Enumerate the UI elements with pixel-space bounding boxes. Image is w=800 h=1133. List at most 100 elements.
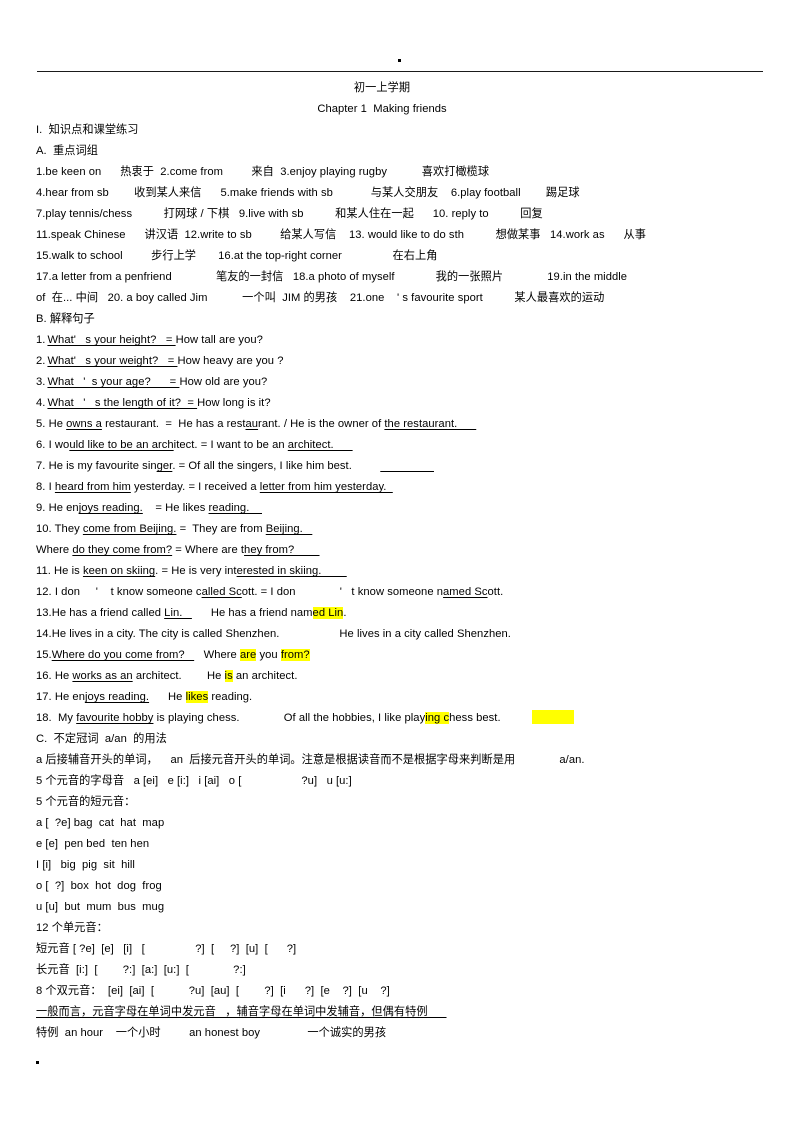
sentence-item-13: 13.He has a friend called Lin. He has a … (36, 603, 776, 624)
chapter-heading: Chapter 1 Making friends (317, 103, 447, 115)
sentence-plain-part: reading. (208, 691, 253, 703)
sentence-plain-part: . = He is very int (155, 565, 237, 577)
sentence-item-18: 18. My favourite hobby is playing chess.… (36, 708, 776, 729)
sentence-plain-part: is playing chess. Of all the hobbies, I … (153, 712, 426, 724)
sentence-item-14: 14.He lives in a city. The city is calle… (36, 628, 511, 640)
sentence-item-2: 2. What' s your weight? = How heavy are y… (36, 351, 776, 372)
sentence-number: 2. (36, 355, 46, 367)
sentence-underlined-part: the restaurant. (384, 418, 477, 430)
document-content: 初一上学期 Chapter 1 Making friends I. 知识点和课堂… (36, 78, 776, 1044)
sentence-item-12: 12. I don ' t know someone called Scott.… (36, 582, 776, 603)
sentence-underlined-part: alled Sc (201, 586, 242, 598)
exception-text: 特例 an hour 一个小时 an honest boy 一个诚实的男孩 (36, 1027, 387, 1039)
header-horizontal-rule (37, 71, 763, 72)
sentence-plain-part: ott. (487, 586, 504, 598)
sentence-highlighted-part: are (240, 649, 257, 661)
sentence-plain-part: architect. He (132, 670, 225, 682)
sentence-plain-part: = Where are t (172, 544, 245, 556)
sentence-plain-part: Where (194, 649, 240, 661)
sentence-plain-part: He has a friend nam (191, 607, 313, 619)
sentence-plain-part: 17. He en (36, 691, 85, 703)
sentence-plain-part: . = Of all the singers, I like him best. (172, 460, 381, 472)
vowel-example-u: u [u] but mum bus mug (36, 901, 165, 913)
header-decorative-dot (398, 59, 401, 62)
short-vowels-row: 短元音 [ ?e] [e] [i] [ ?] [ ?] [u] [ ?] (36, 943, 297, 955)
sentence-underlined-part: hey from? (244, 544, 320, 556)
general-rule-text: 一般而言，元音字母在单词中发元音 ，辅音字母在单词中发辅音，但偶有特例 (36, 1006, 447, 1018)
sentence-underlined-part: joys reading. (78, 502, 143, 514)
sentence-plain-part: Where (36, 544, 73, 556)
sentence-plain-part: 11. He is (36, 565, 83, 577)
sentence-underlined-part: Lin. (164, 607, 192, 619)
sentence-underlined-part: architect. (287, 439, 353, 451)
sentence-highlighted-part: likes (185, 691, 209, 703)
document-page: 初一上学期 Chapter 1 Making friends I. 知识点和课堂… (0, 0, 800, 1133)
sentence-item-8: 8. I heard from him yesterday. = I recei… (36, 477, 776, 498)
sentence-item-6: 6. I would like to be an architect. = I … (36, 435, 776, 456)
section-heading-1: I. 知识点和课堂练习 (36, 124, 139, 136)
article-rule-text: a 后接辅音开头的单词， an 后接元音开头的单词。注意是根据读音而不是根据字母… (36, 754, 585, 766)
sentence-plain-part: hess best. (449, 712, 501, 724)
sentence-underlined-part: What' s your weight? = (47, 355, 178, 367)
sentence-item-1: 1. What' s your height? = How tall are yo… (36, 330, 776, 351)
sentence-underlined-part: keen on skiing (82, 565, 156, 577)
sentence-plain-part: you (256, 649, 281, 661)
vocabulary-line: 7.play tennis/chess 打网球 / 下棋 9.live with… (36, 208, 543, 220)
vowel-example-i: I [i] big pig sit hill (36, 859, 135, 871)
vocabulary-line: 11.speak Chinese 讲汉语 12.write to sb 给某人写… (36, 229, 647, 241)
sentence-underlined-part: What ' s the length of it? = (47, 397, 198, 409)
section-heading-a: A. 重点词组 (36, 145, 98, 157)
vocabulary-line: 4.hear from sb 收到某人来信 5.make friends wit… (36, 187, 580, 199)
sentence-plain-part: How long is it? (197, 397, 271, 409)
vowel-example-a: a [ ?e] bag cat hat map (36, 817, 165, 829)
section-heading-b: B. 解释句子 (36, 313, 95, 325)
sentence-plain-part: How old are you? (179, 376, 268, 388)
sentence-underlined-part: works as an (72, 670, 133, 682)
sentence-item-3: 3. What ' s your age? = How old are you? (36, 372, 776, 393)
sentence-plain-part: restaurant. = He has a rest (101, 418, 246, 430)
sentence-item-15: 15.Where do you come from? Where are you… (36, 645, 776, 666)
sentence-plain-part: 13.He has a friend called (36, 607, 165, 619)
document-title: 初一上学期 (353, 82, 411, 94)
sentence-underlined-part: What ' s your age? = (47, 376, 180, 388)
sentence-underlined-part: letter from him yesterday. (259, 481, 393, 493)
sentence-plain-part: 9. He en (36, 502, 79, 514)
sentence-underlined-part: joys reading. (84, 691, 150, 703)
sentence-underlined-part: reading. (208, 502, 262, 514)
vocabulary-line: of 在... 中间 20. a boy called Jim 一个叫 JIM … (36, 292, 605, 304)
sentence-plain-part: 18. My (36, 712, 77, 724)
sentence-plain-part: an architect. (232, 670, 298, 682)
sentence-plain-part: itect. = I want to be an (173, 439, 288, 451)
sentence-plain-part: How tall are you? (175, 334, 263, 346)
sentence-item-5: 5. He owns a restaurant. = He has a rest… (36, 414, 776, 435)
sentence-plain-part: 6. I wo (36, 439, 70, 451)
sentence-underlined-part: amed Sc (443, 586, 488, 598)
sentence-highlighted-part: from? (280, 649, 310, 661)
monophthongs-title: 12 个单元音： (36, 922, 108, 934)
sentence-underlined-part: Beijing. (265, 523, 313, 535)
sentence-plain-part: 5. He (36, 418, 67, 430)
sentence-item-11: 11. He is keen on skiing. = He is very i… (36, 561, 776, 582)
sentence-plain-part: 7. He is my favourite sin (36, 460, 157, 472)
sentence-highlighted-part: is (224, 670, 233, 682)
sentence-plain-part: rant. / He is the owner of (258, 418, 385, 430)
sentence-plain-part: = He likes (142, 502, 209, 514)
sentence-item-16: 16. He works as an architect. He is an a… (36, 666, 776, 687)
sentence-plain-part: = They are from (176, 523, 266, 535)
sentence-underlined-part: come from Beijing. (82, 523, 177, 535)
sentence-number: 4. (36, 397, 46, 409)
sentence-number: 1. (36, 334, 46, 346)
sentence-plain-part: 16. He (36, 670, 73, 682)
sentence-item-4: 4. What ' s the length of it? = How long … (36, 393, 776, 414)
sentence-underlined-part: What' s your height? = (47, 334, 176, 346)
sentence-blank-line (380, 460, 434, 472)
sentence-item-10b: Where do they come from? = Where are the… (36, 540, 776, 561)
sentence-underlined-part: au (245, 418, 259, 430)
sentence-underlined-part: Where do you come from? (51, 649, 195, 661)
sentence-item-10: 10. They come from Beijing. = They are f… (36, 519, 776, 540)
sentence-plain-part: . (343, 607, 347, 619)
sentence-plain-part: 15. (36, 649, 52, 661)
vowel-example-o: o [ ?] box hot dog frog (36, 880, 162, 892)
sentence-underlined-part: ger (156, 460, 173, 472)
sentence-plain-part: 10. They (36, 523, 83, 535)
